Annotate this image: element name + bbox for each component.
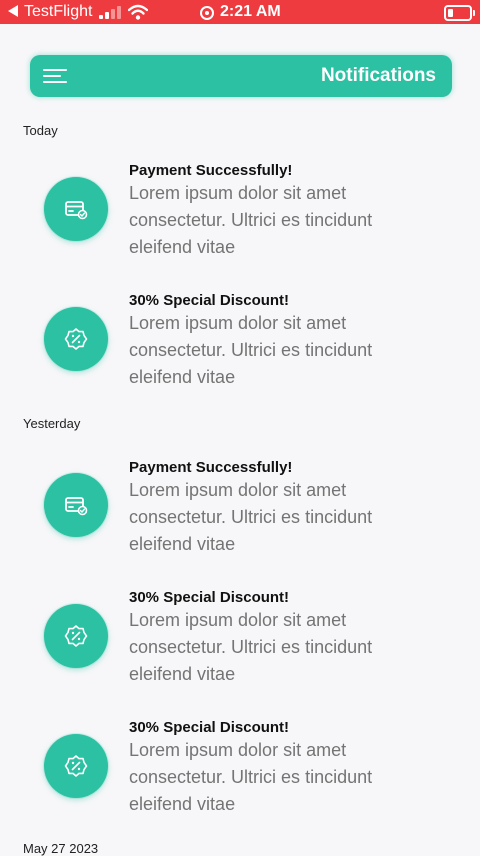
page-title: Notifications xyxy=(320,65,436,86)
notification-icon-circle xyxy=(44,734,108,798)
hamburger-menu-icon[interactable] xyxy=(43,69,67,85)
notification-body: Lorem ipsum dolor sit amet consectetur. … xyxy=(129,610,373,684)
card-check-icon xyxy=(65,497,88,516)
back-to-app-label[interactable]: TestFlight xyxy=(24,3,92,21)
notification-icon-circle xyxy=(44,177,108,241)
notification-item[interactable]: 30% Special Discount! Lorem ipsum dolor … xyxy=(0,717,480,827)
cellular-signal-icon xyxy=(99,6,125,19)
notification-icon-circle xyxy=(44,604,108,668)
discount-badge-icon xyxy=(64,328,88,350)
section-label-today: Today xyxy=(23,123,58,138)
card-check-icon xyxy=(65,201,88,220)
notification-title: 30% Special Discount! xyxy=(129,719,290,736)
notification-body: Lorem ipsum dolor sit amet consectetur. … xyxy=(129,740,373,814)
discount-badge-icon xyxy=(64,755,88,777)
section-label-yesterday: Yesterday xyxy=(23,416,81,431)
notification-item[interactable]: 30% Special Discount! Lorem ipsum dolor … xyxy=(0,587,480,697)
notification-item[interactable]: 30% Special Discount! Lorem ipsum dolor … xyxy=(0,290,480,400)
notification-title: Payment Successfully! xyxy=(129,162,293,179)
status-bar: TestFlight 2:21 AM xyxy=(0,0,480,24)
notification-body: Lorem ipsum dolor sit amet consectetur. … xyxy=(129,183,373,257)
notification-body: Lorem ipsum dolor sit amet consectetur. … xyxy=(129,480,373,554)
notification-body: Lorem ipsum dolor sit amet consectetur. … xyxy=(129,313,373,387)
notification-title: 30% Special Discount! xyxy=(129,589,290,606)
back-arrow-icon[interactable] xyxy=(8,5,18,17)
notification-item[interactable]: Payment Successfully! Lorem ipsum dolor … xyxy=(0,160,480,270)
status-time: 2:21 AM xyxy=(220,3,281,20)
section-label-date: May 27 2023 xyxy=(23,841,99,856)
discount-badge-icon xyxy=(64,625,88,647)
alarm-icon xyxy=(200,6,214,20)
battery-icon xyxy=(444,5,475,21)
wifi-icon xyxy=(128,4,148,20)
notification-title: Payment Successfully! xyxy=(129,459,293,476)
notification-icon-circle xyxy=(44,473,108,537)
notification-title: 30% Special Discount! xyxy=(129,292,290,309)
header-bar: Notifications xyxy=(30,55,452,97)
notification-item[interactable]: Payment Successfully! Lorem ipsum dolor … xyxy=(0,457,480,567)
notification-icon-circle xyxy=(44,307,108,371)
